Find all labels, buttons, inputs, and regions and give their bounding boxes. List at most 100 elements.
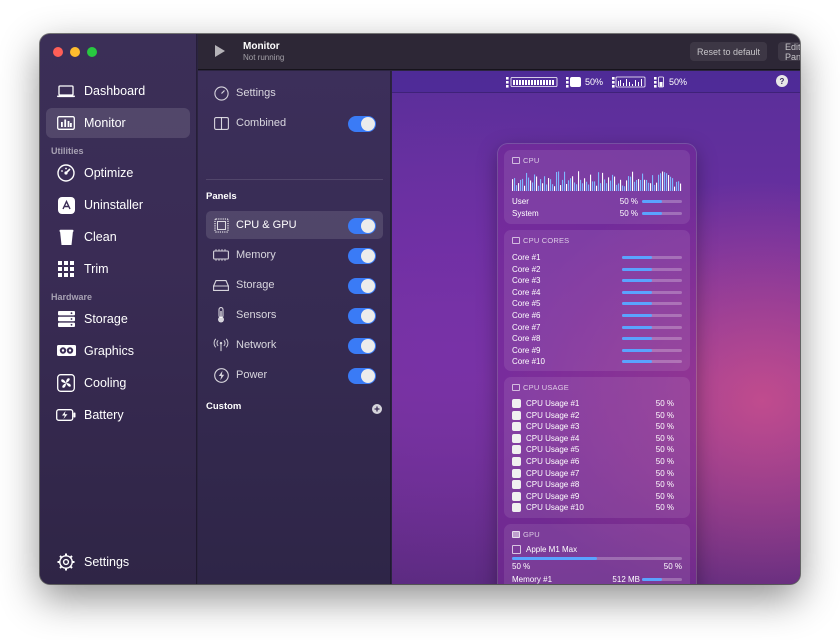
preview-area: 50% 50% ? CPU User 50 % System 50 % CPU … xyxy=(392,71,800,584)
sidebar-item-optimize[interactable]: Optimize xyxy=(46,158,190,188)
cpu-usage-card: CPU USAGE CPU Usage #1 50 % CPU Usage #2 50… xyxy=(504,377,690,518)
sidebar-item-label: Uninstaller xyxy=(84,198,144,212)
power-toggle[interactable] xyxy=(348,368,376,384)
sidebar-item-label: Battery xyxy=(84,408,124,422)
cpu-history-bar xyxy=(674,186,676,191)
minimize-window-button[interactable] xyxy=(70,47,80,57)
cpu-usage-checkbox[interactable] xyxy=(512,503,521,513)
cpu-history-bar xyxy=(634,181,636,191)
cpu-history-bar xyxy=(636,179,638,191)
cpu-gpu-toggle[interactable] xyxy=(348,218,376,234)
menubar-graph-widget[interactable] xyxy=(612,76,646,88)
memory-toggle[interactable] xyxy=(348,248,376,264)
cpu-usage-label: CPU Usage #3 xyxy=(526,422,580,432)
cpu-core-label: Core #8 xyxy=(512,334,541,344)
sidebar-item-trim[interactable]: Trim xyxy=(46,254,190,284)
cpu-usage-value: 50 % xyxy=(655,468,674,478)
sidebar-item-settings[interactable]: Settings xyxy=(46,547,190,577)
gpu-bar-icon xyxy=(654,76,664,88)
network-toggle[interactable] xyxy=(348,338,376,354)
zoom-window-button[interactable] xyxy=(87,47,97,57)
cpu-history-bar xyxy=(632,171,634,191)
gauge-outline-icon xyxy=(213,85,229,101)
cpu-usage-row: CPU Usage #9 50 % xyxy=(512,491,682,502)
sidebar-item-graphics[interactable]: Graphics xyxy=(46,336,190,366)
cpu-usage-checkbox[interactable] xyxy=(512,399,521,408)
cpu-history-bar xyxy=(626,180,628,191)
menubar-cpu-widget[interactable] xyxy=(506,76,558,88)
cpu-usage-checkbox[interactable] xyxy=(512,491,521,501)
cpu-history-bar xyxy=(534,174,536,191)
cpu-history-bar xyxy=(668,175,670,191)
app-window: Dashboard Monitor Utilities Optimize Uni… xyxy=(40,34,800,584)
panel-item-cpu-gpu[interactable]: CPU & GPU xyxy=(206,211,383,239)
cpu-core-bar xyxy=(622,302,682,306)
combined-toggle[interactable] xyxy=(348,116,376,132)
sidebar-item-cooling[interactable]: Cooling xyxy=(46,368,190,398)
activity-graph-icon xyxy=(612,76,646,88)
sidebar-item-clean[interactable]: Clean xyxy=(46,222,190,252)
edit-panel-button[interactable]: Edit Panel xyxy=(778,42,800,62)
gauge-icon xyxy=(56,164,76,182)
panel-item-label: Memory xyxy=(236,249,276,261)
cpu-cores-title: CPU CORES xyxy=(512,236,569,245)
menubar-gpu-widget[interactable]: 50% xyxy=(654,76,687,88)
cpu-bars-icon xyxy=(506,77,558,88)
sidebar-item-uninstaller[interactable]: Uninstaller xyxy=(46,190,190,220)
sidebar-item-storage[interactable]: Storage xyxy=(46,304,190,334)
panel-settings-item[interactable]: Settings xyxy=(206,79,383,107)
memory-square-icon xyxy=(566,77,581,88)
cpu-history-bar xyxy=(540,179,542,191)
cpu-usage-row: CPU Usage #4 50 % xyxy=(512,433,682,444)
cpu-usage-checkbox[interactable] xyxy=(512,433,521,443)
storage-stack-icon xyxy=(56,310,76,328)
close-window-button[interactable] xyxy=(53,47,63,57)
panel-item-label: Sensors xyxy=(236,309,277,321)
panel-item-storage[interactable]: Storage xyxy=(206,271,383,299)
panel-item-sensors[interactable]: Sensors xyxy=(206,301,383,329)
panel-item-label: Power xyxy=(236,369,268,381)
sidebar-item-battery[interactable]: Battery xyxy=(46,400,190,430)
sidebar-item-dashboard[interactable]: Dashboard xyxy=(46,76,190,106)
panel-item-memory[interactable]: Memory xyxy=(206,241,383,269)
sensors-toggle[interactable] xyxy=(348,308,376,324)
laptop-icon xyxy=(56,82,76,100)
cpu-usage-value: 50 % xyxy=(655,399,674,408)
panel-item-network[interactable]: Network xyxy=(206,331,383,359)
sidebar-item-label: Optimize xyxy=(84,166,134,180)
cpu-usage-checkbox[interactable] xyxy=(512,457,521,466)
cpu-usage-checkbox[interactable] xyxy=(512,410,521,420)
cpu-core-bar xyxy=(622,256,682,259)
cpu-usage-checkbox[interactable] xyxy=(512,468,521,478)
storage-toggle[interactable] xyxy=(348,278,376,294)
sidebar-item-label: Dashboard xyxy=(84,84,146,98)
play-button[interactable] xyxy=(214,44,228,60)
cpu-usage-checkbox[interactable] xyxy=(512,445,521,455)
panel-item-label: CPU & GPU xyxy=(236,219,297,231)
gpu-chip-icon xyxy=(512,545,521,554)
gear-icon xyxy=(56,553,76,571)
cpu-history-bar xyxy=(556,171,558,191)
sidebar-item-monitor[interactable]: Monitor xyxy=(46,108,190,138)
cpu-usage-label: CPU Usage #6 xyxy=(526,457,580,466)
cpu-usage-checkbox[interactable] xyxy=(512,422,521,432)
display-icon xyxy=(512,384,520,391)
cpu-history-bar xyxy=(538,185,540,191)
cpu-user-row: User 50 % xyxy=(512,196,682,207)
panel-item-power[interactable]: Power xyxy=(206,361,383,389)
cpu-history-bar xyxy=(532,182,534,191)
gpu-icon xyxy=(512,531,520,538)
cpu-history-bar xyxy=(622,185,624,191)
cpu-core-row: Core #8 xyxy=(512,333,682,344)
cpu-history-bar xyxy=(530,180,532,191)
add-custom-button[interactable] xyxy=(372,401,382,419)
cpu-usage-checkbox[interactable] xyxy=(512,480,521,490)
reset-to-default-button[interactable]: Reset to default xyxy=(690,42,768,61)
cpu-history-bar xyxy=(588,184,590,191)
menubar-memory-widget[interactable]: 50% xyxy=(566,76,603,88)
cpu-history-bar xyxy=(596,185,598,191)
help-button[interactable]: ? xyxy=(776,75,788,87)
toolbar: Monitor Not running Reset to default Edi… xyxy=(198,34,800,70)
cpu-history-bar xyxy=(630,176,632,191)
monitor-popover: CPU User 50 % System 50 % CPU CORES Core… xyxy=(498,144,696,584)
